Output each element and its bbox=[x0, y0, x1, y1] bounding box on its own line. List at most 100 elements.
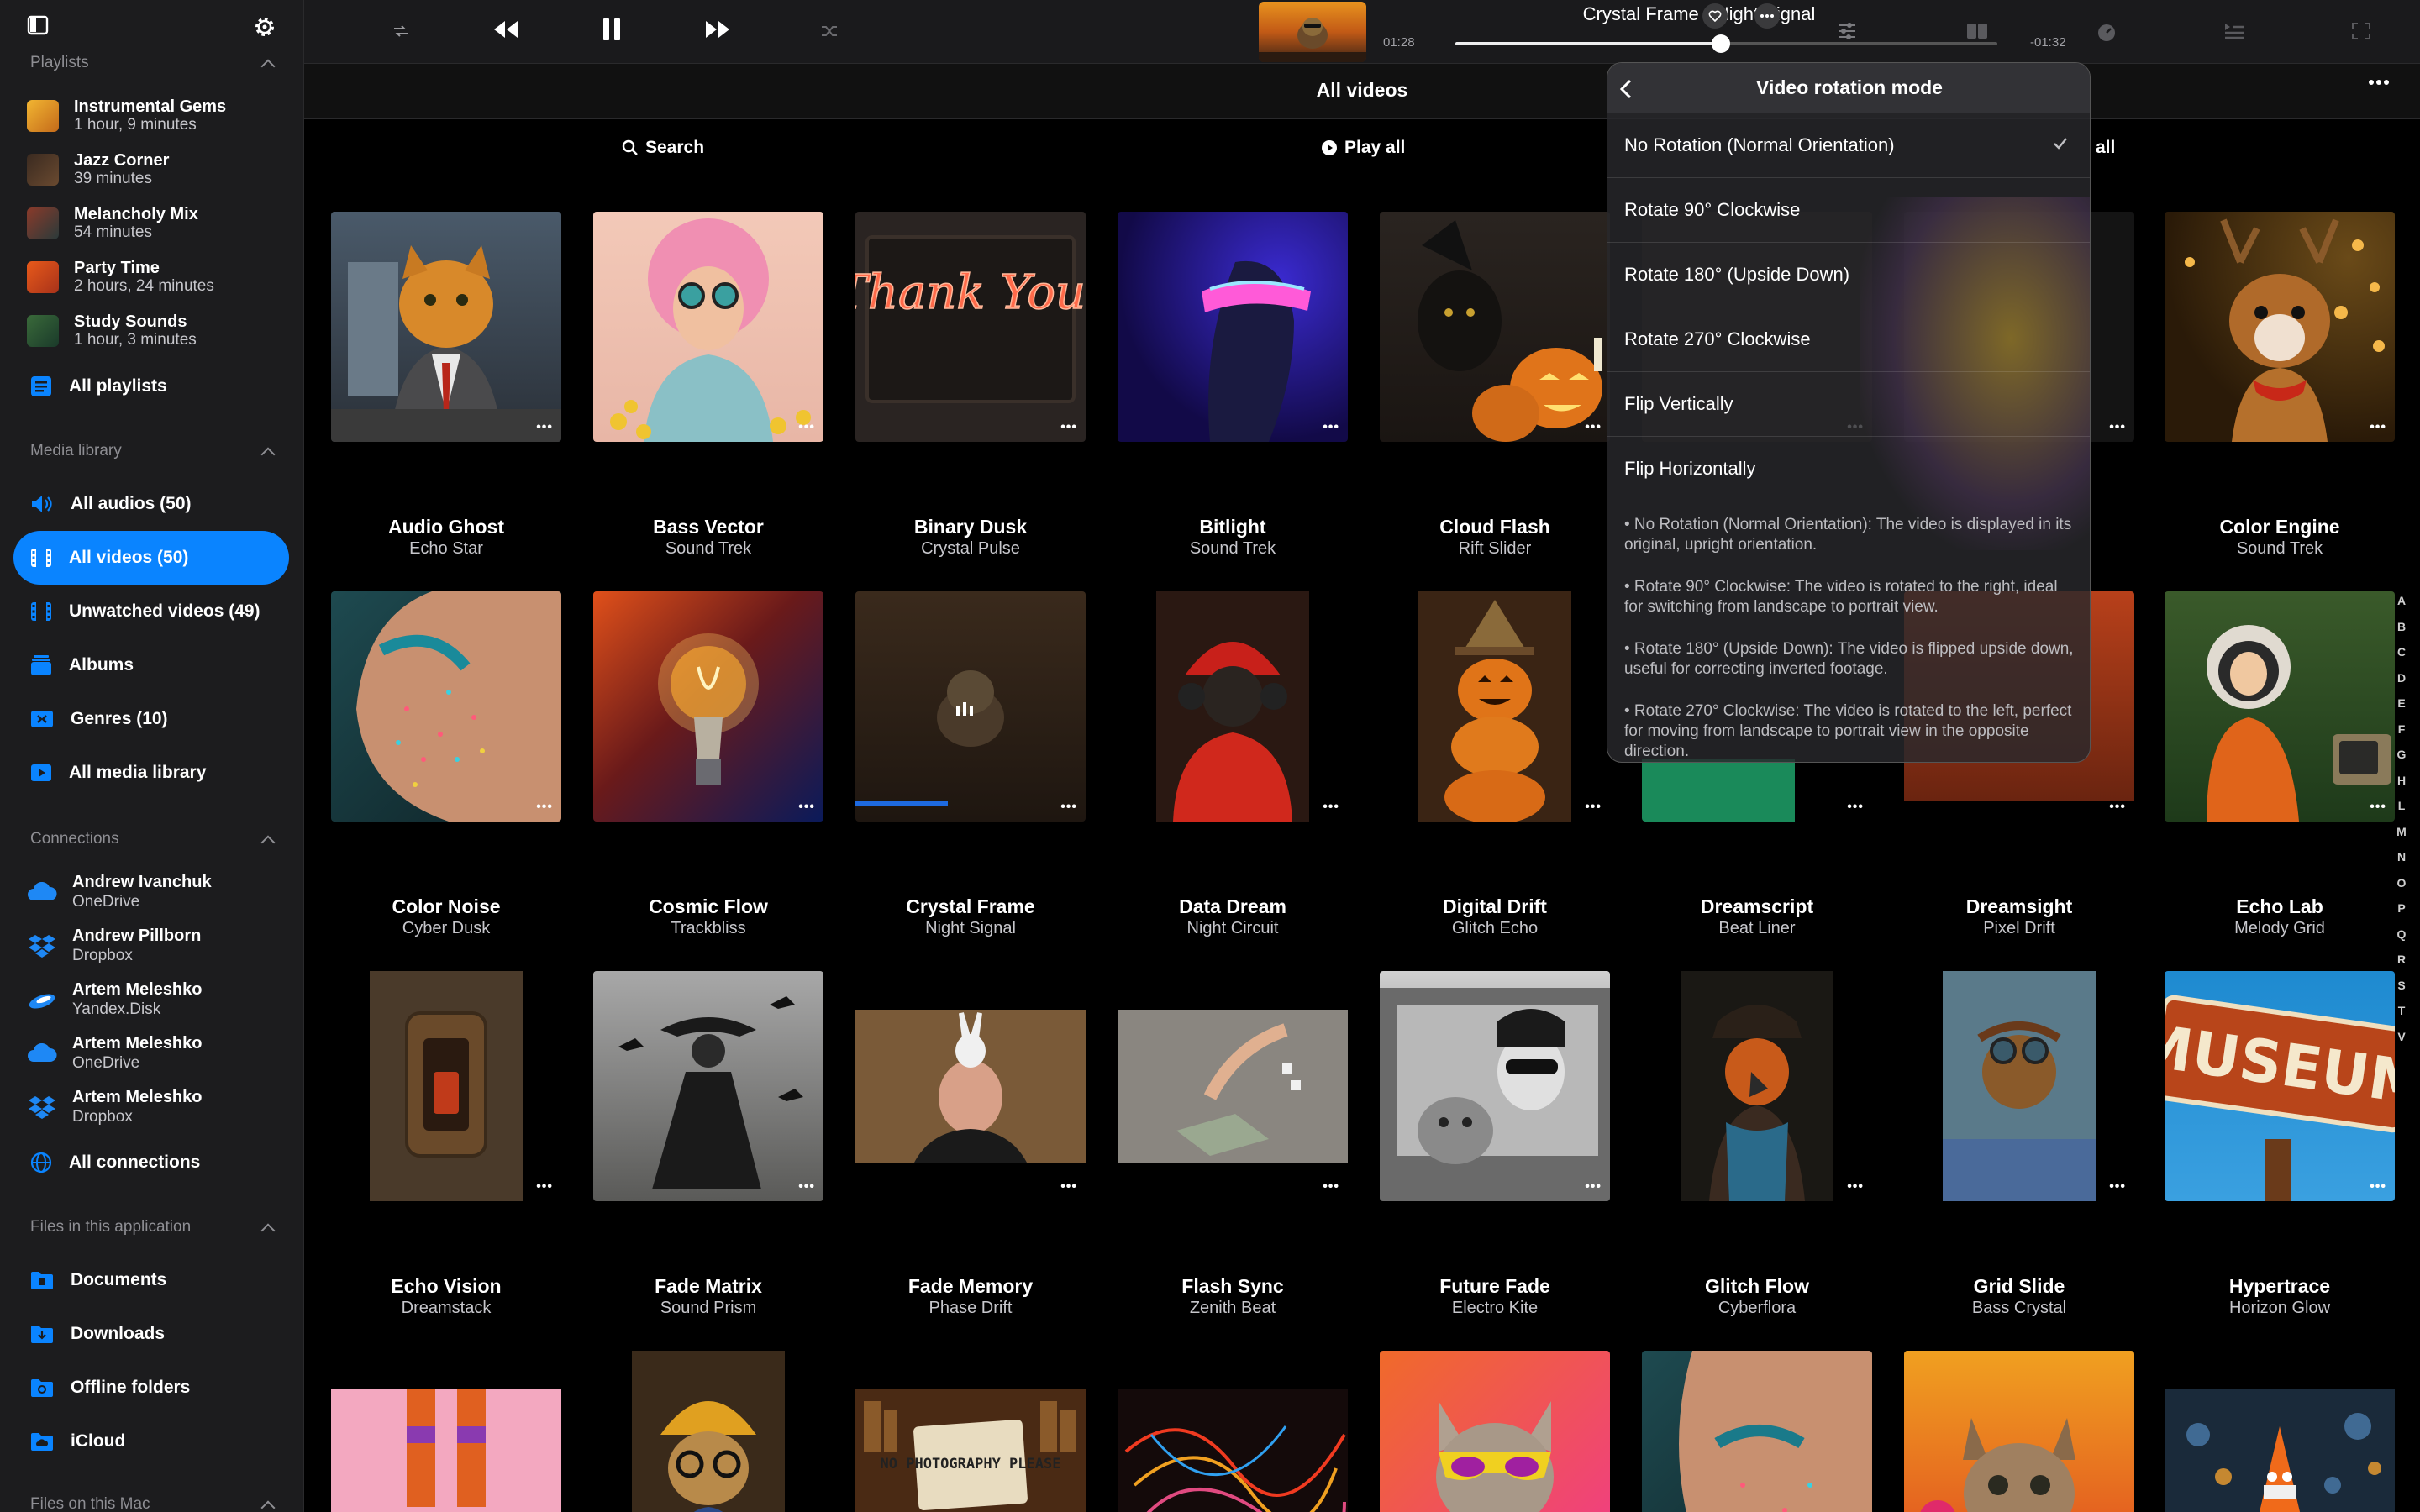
alphabet-index-letter[interactable]: O bbox=[2391, 870, 2412, 896]
now-playing-thumbnail[interactable] bbox=[1259, 2, 1366, 62]
item-more-icon[interactable]: ••• bbox=[798, 801, 815, 814]
search-button[interactable]: Search bbox=[622, 138, 704, 158]
item-more-icon[interactable]: ••• bbox=[798, 1180, 815, 1194]
sidebar-item-documents[interactable]: Documents bbox=[13, 1253, 289, 1307]
sidebar-item-downloads[interactable]: Downloads bbox=[13, 1307, 289, 1361]
media-library-section-header[interactable]: Media library bbox=[30, 438, 278, 464]
sidebar-item-albums[interactable]: Albums bbox=[13, 638, 289, 692]
playlist-item[interactable]: Jazz Corner 39 minutes bbox=[27, 144, 296, 195]
playlist-item[interactable]: Melancholy Mix 54 minutes bbox=[27, 198, 296, 249]
fullscreen-icon[interactable] bbox=[2351, 22, 2371, 40]
item-more-icon[interactable]: ••• bbox=[1323, 1180, 1339, 1194]
item-more-icon[interactable]: ••• bbox=[1060, 801, 1077, 814]
pause-icon[interactable] bbox=[602, 17, 622, 42]
playlists-section-header[interactable]: Playlists bbox=[30, 50, 278, 76]
alphabet-index-letter[interactable]: B bbox=[2391, 614, 2412, 640]
item-more-icon[interactable]: ••• bbox=[798, 421, 815, 434]
item-more-icon[interactable]: ••• bbox=[536, 1180, 553, 1194]
item-more-icon[interactable]: ••• bbox=[1847, 1180, 1864, 1194]
collapse-chevron-icon[interactable] bbox=[260, 447, 276, 462]
connection-item[interactable]: Andrew Pillborn Dropbox bbox=[27, 921, 296, 971]
progress-slider[interactable] bbox=[1455, 34, 1997, 53]
alphabet-index-letter[interactable]: F bbox=[2391, 717, 2412, 743]
connection-item[interactable]: Artem Meleshko OneDrive bbox=[27, 1028, 296, 1079]
alphabet-index-letter[interactable]: H bbox=[2391, 768, 2412, 794]
rotation-option-180[interactable]: Rotate 180° (Upside Down) bbox=[1607, 243, 2090, 307]
alphabet-index-letter[interactable]: E bbox=[2391, 690, 2412, 717]
rewind-icon[interactable] bbox=[492, 18, 519, 40]
item-more-icon[interactable]: ••• bbox=[536, 421, 553, 434]
alphabet-index-letter[interactable]: R bbox=[2391, 947, 2412, 973]
sidebar-item-unwatched-videos[interactable]: Unwatched videos (49) bbox=[13, 585, 289, 638]
files-mac-section-header[interactable]: Files on this Mac bbox=[30, 1492, 278, 1512]
shuffle-all-button[interactable]: all bbox=[2096, 138, 2115, 158]
alphabet-index-letter[interactable]: D bbox=[2391, 665, 2412, 691]
rotation-option-none[interactable]: No Rotation (Normal Orientation) bbox=[1607, 113, 2090, 178]
item-more-icon[interactable]: ••• bbox=[536, 801, 553, 814]
sidebar-toggle-icon[interactable] bbox=[27, 15, 49, 35]
sidebar-item-genres[interactable]: Genres (10) bbox=[13, 692, 289, 746]
alphabet-index-letter[interactable]: T bbox=[2391, 998, 2412, 1024]
alphabet-index-letter[interactable]: V bbox=[2391, 1024, 2412, 1050]
sidebar-item-offline-folders[interactable]: Offline folders bbox=[13, 1361, 289, 1415]
alphabet-index-letter[interactable]: N bbox=[2391, 844, 2412, 870]
item-more-icon[interactable]: ••• bbox=[2370, 1180, 2386, 1194]
collapse-chevron-icon[interactable] bbox=[260, 59, 276, 74]
alphabet-index-letter[interactable]: Q bbox=[2391, 921, 2412, 948]
track-more-button[interactable] bbox=[1754, 3, 1780, 29]
item-more-icon[interactable]: ••• bbox=[2109, 421, 2126, 434]
alphabet-index-letter[interactable]: A bbox=[2391, 588, 2412, 614]
playlist-item[interactable]: Instrumental Gems 1 hour, 9 minutes bbox=[27, 91, 296, 141]
item-more-icon[interactable]: ••• bbox=[1585, 421, 1602, 434]
alphabet-index-letter[interactable]: M bbox=[2391, 819, 2412, 845]
repeat-icon[interactable] bbox=[392, 24, 410, 39]
item-more-icon[interactable]: ••• bbox=[1585, 1180, 1602, 1194]
playlist-item[interactable]: Study Sounds 1 hour, 3 minutes bbox=[27, 306, 296, 356]
alphabet-index-letter[interactable]: C bbox=[2391, 639, 2412, 665]
item-more-icon[interactable]: ••• bbox=[2370, 801, 2386, 814]
connection-item[interactable]: Artem Meleshko Dropbox bbox=[27, 1082, 296, 1132]
collapse-chevron-icon[interactable] bbox=[260, 1500, 276, 1512]
alphabet-index-letter[interactable]: L bbox=[2391, 793, 2412, 819]
play-all-button[interactable]: Play all bbox=[1321, 138, 1405, 158]
all-connections-item[interactable]: All connections bbox=[13, 1136, 289, 1189]
playlist-queue-icon[interactable] bbox=[2223, 22, 2245, 40]
alphabet-index-letter[interactable]: S bbox=[2391, 973, 2412, 999]
sidebar-item-all-media-library[interactable]: All media library bbox=[13, 746, 289, 800]
collapse-chevron-icon[interactable] bbox=[260, 835, 276, 850]
connection-item[interactable]: Artem Meleshko Yandex.Disk bbox=[27, 974, 296, 1025]
item-more-icon[interactable]: ••• bbox=[1060, 421, 1077, 434]
sidebar-item-all-videos[interactable]: All videos (50) bbox=[13, 531, 289, 585]
flip-horizontal-option[interactable]: Flip Horizontally bbox=[1607, 437, 2090, 501]
connection-item[interactable]: Andrew Ivanchuk OneDrive bbox=[27, 867, 296, 917]
item-more-icon[interactable]: ••• bbox=[1323, 801, 1339, 814]
settings-gear-icon[interactable] bbox=[253, 15, 276, 39]
rotation-option-90[interactable]: Rotate 90° Clockwise bbox=[1607, 178, 2090, 243]
fast-forward-icon[interactable] bbox=[704, 18, 731, 40]
speedometer-icon[interactable] bbox=[2096, 22, 2118, 42]
alphabet-index-letter[interactable]: G bbox=[2391, 742, 2412, 768]
item-more-icon[interactable]: ••• bbox=[1585, 801, 1602, 814]
split-view-icon[interactable] bbox=[1966, 22, 1988, 40]
progress-knob[interactable] bbox=[1712, 34, 1731, 53]
all-playlists-item[interactable]: All playlists bbox=[13, 360, 289, 413]
alphabet-index[interactable]: ABCDEFGHLMNOPQRSTV bbox=[2391, 588, 2412, 1049]
more-options-icon[interactable] bbox=[2368, 79, 2390, 86]
shuffle-icon[interactable] bbox=[820, 24, 839, 39]
playlist-item[interactable]: Party Time 2 hours, 24 minutes bbox=[27, 252, 296, 302]
equalizer-sliders-icon[interactable] bbox=[1837, 22, 1857, 40]
sidebar-item-icloud[interactable]: iCloud bbox=[13, 1415, 289, 1468]
alphabet-index-letter[interactable]: P bbox=[2391, 895, 2412, 921]
favorite-button[interactable] bbox=[1702, 3, 1728, 29]
item-more-icon[interactable]: ••• bbox=[1060, 1180, 1077, 1194]
files-app-section-header[interactable]: Files in this application bbox=[30, 1215, 278, 1240]
item-more-icon[interactable]: ••• bbox=[1847, 801, 1864, 814]
flip-vertical-option[interactable]: Flip Vertically bbox=[1607, 372, 2090, 437]
sidebar-item-all-audios[interactable]: All audios (50) bbox=[13, 477, 289, 531]
item-more-icon[interactable]: ••• bbox=[2370, 421, 2386, 434]
connections-section-header[interactable]: Connections bbox=[30, 827, 278, 852]
item-more-icon[interactable]: ••• bbox=[2109, 801, 2126, 814]
item-more-icon[interactable]: ••• bbox=[2109, 1180, 2126, 1194]
collapse-chevron-icon[interactable] bbox=[260, 1223, 276, 1238]
rotation-option-270[interactable]: Rotate 270° Clockwise bbox=[1607, 307, 2090, 372]
